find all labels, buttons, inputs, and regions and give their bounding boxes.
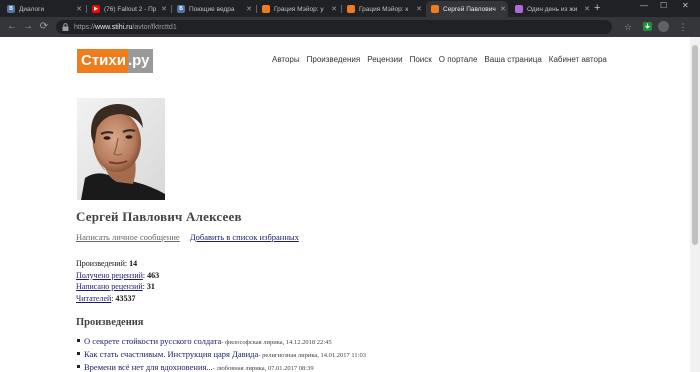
youtube-icon: ▶: [92, 5, 100, 13]
nav-about[interactable]: О портале: [439, 55, 478, 64]
stat-written: Написано рецензий: 31: [76, 282, 155, 292]
browser-tab[interactable]: Грация Мэйор: к ✕: [342, 1, 424, 17]
vk-icon: B: [177, 5, 185, 13]
nav-authors[interactable]: Авторы: [272, 55, 300, 64]
close-icon[interactable]: ✕: [582, 5, 592, 13]
url-host: www.stihi.ru: [95, 23, 133, 31]
author-actions: Написать личное сообщение Добавить в спи…: [76, 232, 299, 242]
work-meta: - любовная лирика, 07.01.2017 08:39: [212, 365, 314, 372]
stihi-icon: [262, 5, 270, 13]
tab-strip: B Диалоги ✕ ▶ (76) Fallout 2 - Пр ✕ B По…: [0, 0, 700, 17]
tab-title: Диалоги: [19, 5, 45, 13]
list-item: Как стать счастливым. Инструкция царя Да…: [77, 349, 366, 362]
add-favorite-link[interactable]: Добавить в список избранных: [190, 232, 299, 242]
page-icon: [515, 5, 523, 13]
nav-author-cabinet[interactable]: Кабинет автора: [549, 55, 607, 64]
close-icon[interactable]: ✕: [159, 5, 169, 13]
url-text: https://www.stihi.ru/avtor/fktrcttd1: [74, 24, 177, 31]
profile-avatar[interactable]: [658, 21, 669, 32]
top-navigation: Авторы Произведения Рецензии Поиск О пор…: [272, 55, 614, 64]
bullet-icon: [77, 352, 80, 355]
lock-icon: [62, 23, 69, 31]
menu-kebab-icon[interactable]: ⋮: [676, 20, 690, 34]
stat-works: Произведений: 14: [76, 259, 138, 268]
url-path: /avtor/fktrcttd1: [132, 23, 177, 31]
written-reviews-link[interactable]: Написано рецензий: [76, 282, 143, 291]
browser-tab[interactable]: Грация Мэйор: у ✕: [257, 1, 339, 17]
author-name: Сергей Павлович Алексеев: [76, 209, 242, 224]
browser-tab[interactable]: ▶ (76) Fallout 2 - Пр ✕: [87, 1, 169, 17]
list-item: Времени всё нет для вдохновения... - люб…: [77, 362, 366, 372]
list-item: О секрете стойкости русского солдата - ф…: [77, 336, 366, 349]
work-title-link[interactable]: Времени всё нет для вдохновения...: [84, 362, 213, 372]
browser-tab-active[interactable]: Сергей Павлович ✕: [426, 1, 508, 17]
minimize-icon[interactable]: —: [640, 1, 648, 10]
vk-icon: B: [7, 5, 15, 13]
browser-tab[interactable]: B Диалоги ✕: [2, 1, 84, 17]
nav-reviews[interactable]: Рецензии: [367, 55, 402, 64]
close-icon[interactable]: ✕: [414, 5, 424, 13]
bullet-icon: [77, 365, 80, 368]
stat-label: Произведений: [76, 259, 125, 268]
stat-readers: Читателей: 43537: [76, 293, 136, 303]
reload-button[interactable]: ⟳: [37, 20, 51, 34]
readers-link[interactable]: Читателей: [76, 294, 111, 303]
scrollbar-thumb[interactable]: [692, 45, 698, 245]
window-close-icon[interactable]: ✕: [682, 1, 689, 10]
new-tab-button[interactable]: +: [594, 2, 600, 14]
nav-your-page[interactable]: Ваша страница: [484, 55, 541, 64]
extension-icon[interactable]: [640, 20, 654, 34]
tab-title: Грация Мэйор: у: [274, 5, 324, 13]
logo-main: Стихи: [77, 49, 128, 73]
close-icon[interactable]: ✕: [498, 5, 508, 13]
download-shield-icon: [642, 22, 652, 31]
maximize-icon[interactable]: ☐: [660, 1, 667, 10]
logo-suffix: .ру: [127, 49, 154, 73]
work-title-link[interactable]: О секрете стойкости русского солдата: [84, 336, 221, 346]
browser-toolbar: ← → ⟳ https://www.stihi.ru/avtor/fktrctt…: [0, 17, 700, 37]
works-list: О секрете стойкости русского солдата - ф…: [77, 336, 366, 372]
work-title-link[interactable]: Как стать счастливым. Инструкция царя Да…: [84, 349, 258, 359]
browser-tab[interactable]: Один день из жи ✕: [510, 1, 592, 17]
stihi-icon: [431, 5, 439, 13]
tab-title: Сергей Павлович: [443, 5, 496, 13]
tab-title: Поющие ведра: [189, 5, 235, 13]
site-logo[interactable]: Стихи .ру: [77, 49, 154, 73]
browser-tab[interactable]: B Поющие ведра ✕: [172, 1, 254, 17]
bookmark-star-icon[interactable]: ☆: [621, 20, 635, 34]
bullet-icon: [77, 339, 80, 342]
forward-button[interactable]: →: [21, 20, 35, 34]
back-button[interactable]: ←: [5, 20, 19, 34]
page-scrollbar[interactable]: [690, 37, 700, 372]
received-reviews-link[interactable]: Получено рецензий: [76, 271, 143, 280]
address-bar[interactable]: https://www.stihi.ru/avtor/fktrcttd1: [56, 20, 612, 34]
nav-works[interactable]: Произведения: [307, 55, 361, 64]
close-icon[interactable]: ✕: [329, 5, 339, 13]
stat-value: 463: [147, 270, 160, 280]
nav-search[interactable]: Поиск: [410, 55, 432, 64]
close-icon[interactable]: ✕: [244, 5, 254, 13]
works-section-title: Произведения: [76, 317, 144, 328]
work-meta: - философская лирика, 14.12.2018 22:45: [221, 339, 332, 346]
send-message-link[interactable]: Написать личное сообщение: [76, 232, 180, 242]
tab-title: (76) Fallout 2 - Пр: [104, 5, 157, 13]
close-icon[interactable]: ✕: [74, 5, 84, 13]
stat-value: 31: [146, 282, 155, 292]
stat-value: 14: [129, 259, 138, 268]
stat-received: Получено рецензий: 463: [76, 270, 160, 280]
tab-title: Один день из жи: [527, 5, 578, 13]
stat-value: 43537: [115, 293, 136, 303]
tab-title: Грация Мэйор: к: [359, 5, 409, 13]
author-stats: Произведений: 14 Получено рецензий: 463 …: [76, 258, 159, 304]
work-meta: - религиозная лирика, 14.01.2017 11:03: [258, 352, 366, 359]
url-scheme: https://: [74, 23, 96, 31]
stihi-icon: [347, 5, 355, 13]
author-photo: [77, 98, 165, 200]
page-content: Стихи .ру Авторы Произведения Рецензии По…: [0, 37, 690, 372]
